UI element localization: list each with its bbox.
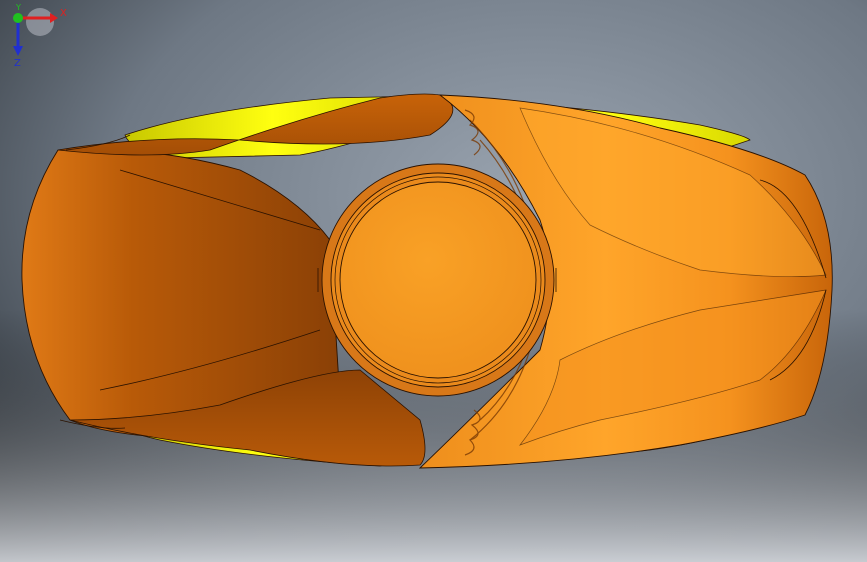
reference-triad: X Y Z	[13, 3, 67, 69]
triad-z-arrow	[13, 46, 23, 56]
triad-y-label: Y	[15, 3, 21, 12]
triad-z-label: Z	[14, 58, 21, 69]
graphics-viewport[interactable]: X Y Z	[0, 0, 867, 562]
viewport-canvas[interactable]	[0, 0, 867, 562]
triad-x-arrow	[50, 13, 58, 23]
hub-face	[339, 181, 537, 379]
triad-x-label: X	[60, 8, 67, 19]
triad-y-axis	[13, 13, 23, 23]
triad-shadow	[26, 8, 54, 36]
